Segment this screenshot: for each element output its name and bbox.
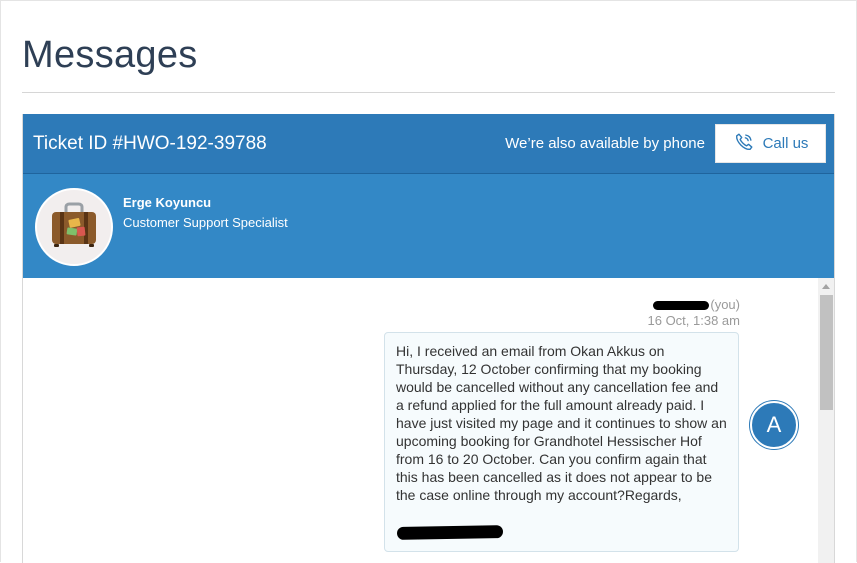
- user-avatar: A: [750, 401, 798, 449]
- redacted-sender-name: [653, 301, 710, 311]
- redacted-signature: [396, 525, 504, 540]
- ticket-header: Ticket ID #HWO-192-39788 We’re also avai…: [23, 114, 834, 174]
- agent-role: Customer Support Specialist: [123, 215, 288, 230]
- agent-name: Erge Koyuncu: [123, 195, 212, 210]
- message-timestamp: 16 Oct, 1:38 am: [647, 313, 741, 328]
- page-title: Messages: [22, 34, 198, 76]
- agent-avatar: [35, 188, 113, 266]
- message-sender: (you): [653, 297, 740, 312]
- message-thread[interactable]: (you) 16 Oct, 1:38 am Hi, I received an …: [23, 278, 834, 563]
- phone-availability-note: We’re also available by phone: [505, 135, 705, 152]
- message-body: Hi, I received an email from Okan Akkus …: [396, 343, 727, 503]
- call-us-button[interactable]: Call us: [715, 124, 826, 163]
- suitcase-icon: [49, 202, 99, 253]
- agent-info-bar: Erge Koyuncu Customer Support Specialist: [23, 174, 834, 278]
- ticket-panel: Ticket ID #HWO-192-39788 We’re also avai…: [22, 114, 835, 563]
- sender-you-label: (you): [710, 297, 740, 312]
- message-bubble: Hi, I received an email from Okan Akkus …: [384, 332, 739, 552]
- ticket-id: Ticket ID #HWO-192-39788: [33, 133, 267, 154]
- scrollbar-thumb[interactable]: [820, 295, 833, 410]
- scroll-up-arrow-icon[interactable]: [822, 284, 830, 289]
- call-us-label: Call us: [762, 135, 809, 152]
- scrollbar[interactable]: [818, 278, 834, 563]
- phone-icon: [733, 131, 755, 157]
- title-divider: [22, 92, 835, 93]
